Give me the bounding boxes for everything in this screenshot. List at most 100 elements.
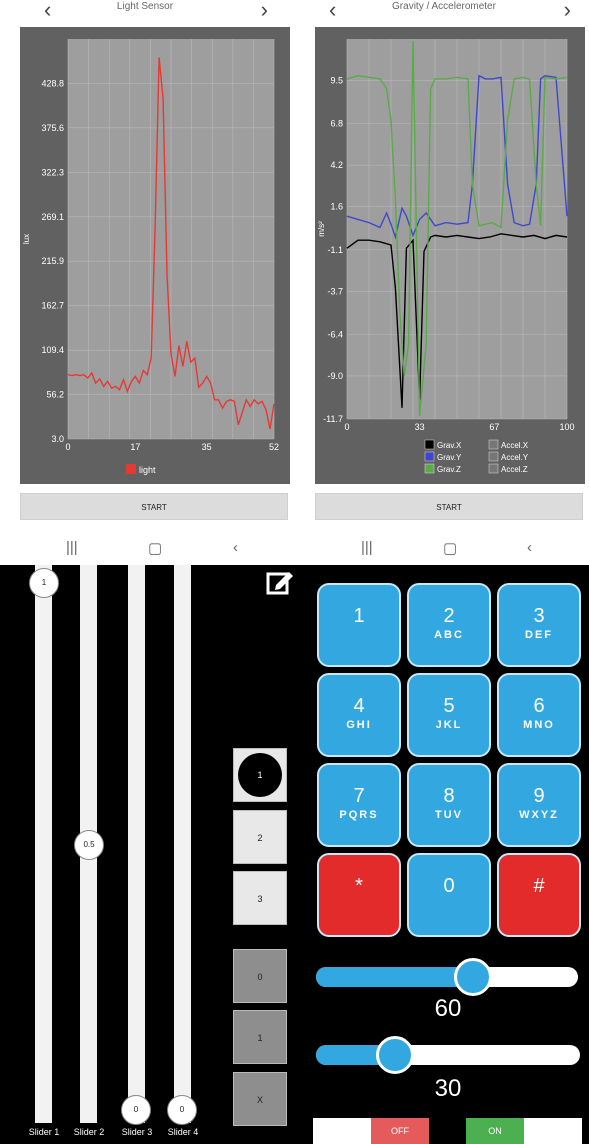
slider-1-label: Slider 1 bbox=[28, 1127, 60, 1137]
slider-4-knob[interactable]: 0 bbox=[167, 1095, 197, 1125]
slider-1-knob[interactable]: 1 bbox=[29, 568, 59, 598]
push-button-x[interactable]: X bbox=[233, 1072, 287, 1126]
key-letters: ABC bbox=[434, 629, 464, 641]
h-slider-2-track[interactable] bbox=[316, 1045, 580, 1065]
edit-icon[interactable] bbox=[266, 569, 294, 595]
phone-screens: Light Sensor ‹ › 428.8 375.6 322.3 269.1 215… bbox=[0, 0, 589, 565]
key-number: 7 bbox=[353, 785, 365, 807]
back-icon[interactable]: ‹ bbox=[233, 539, 238, 556]
legend-swatch bbox=[488, 451, 499, 462]
legend-swatch bbox=[424, 451, 435, 462]
legend-label-light: light bbox=[139, 465, 156, 475]
chevron-left-icon[interactable]: ‹ bbox=[44, 0, 51, 23]
key-number: 1 bbox=[353, 605, 365, 627]
keypad-key-3[interactable]: 3 DEF bbox=[497, 583, 581, 667]
keypad-key-0[interactable]: 0 bbox=[407, 853, 491, 937]
slider-2-label: Slider 2 bbox=[73, 1127, 105, 1137]
back-icon[interactable]: ‹ bbox=[527, 539, 532, 556]
y-tick-label: 4.2 bbox=[330, 160, 343, 170]
slider-3-knob[interactable]: 0 bbox=[121, 1095, 151, 1125]
switch-1[interactable]: OFF bbox=[313, 1118, 429, 1144]
system-nav-bar: ||| ▢ ‹ bbox=[299, 532, 589, 565]
toggle-button-3[interactable]: 3 bbox=[233, 871, 287, 925]
toggle-button-2[interactable]: 2 bbox=[233, 810, 287, 864]
legend-label: Grav.Y bbox=[437, 453, 462, 462]
home-icon[interactable]: ▢ bbox=[443, 539, 457, 557]
gravity-chart-svg: 9.5 6.8 4.2 1.6 -1.1 -3.7 -6.4 -9.0 -11.70 33 67 10… bbox=[317, 39, 575, 474]
switch-1-thumb bbox=[313, 1118, 371, 1144]
start-button[interactable]: START bbox=[315, 493, 583, 520]
slider-2-knob[interactable]: 0.5 bbox=[74, 830, 104, 860]
slider-1-track[interactable] bbox=[35, 565, 52, 1123]
start-button[interactable]: START bbox=[20, 493, 288, 520]
keypad-key-5[interactable]: 5 JKL bbox=[407, 673, 491, 757]
recents-icon[interactable]: ||| bbox=[361, 539, 373, 556]
chevron-right-icon[interactable]: › bbox=[564, 0, 571, 23]
h-slider-1-track[interactable] bbox=[316, 967, 578, 987]
keypad-key-1[interactable]: 1 bbox=[317, 583, 401, 667]
key-number: 2 bbox=[443, 605, 455, 627]
keypad-key-6[interactable]: 6 MNO bbox=[497, 673, 581, 757]
keypad-key-4[interactable]: 4 GHI bbox=[317, 673, 401, 757]
h-slider-2-knob[interactable] bbox=[376, 1036, 415, 1074]
legend-swatch bbox=[424, 463, 435, 474]
chevron-right-icon[interactable]: › bbox=[261, 0, 268, 23]
light-chart: 428.8 375.6 322.3 269.1 215.9 162.7 109.4 56.2 3… bbox=[20, 27, 290, 484]
x-tick-label: 52 bbox=[269, 442, 279, 452]
y-tick-label: 6.8 bbox=[330, 119, 343, 129]
system-nav-bar: ||| ▢ ‹ bbox=[0, 532, 290, 565]
key-letters: DEF bbox=[525, 629, 553, 641]
key-letters: GHI bbox=[346, 719, 372, 731]
keypad-key-2[interactable]: 2 ABC bbox=[407, 583, 491, 667]
chevron-left-icon[interactable]: ‹ bbox=[329, 0, 336, 23]
x-tick-label: 0 bbox=[65, 442, 70, 452]
legend-label: Accel.X bbox=[501, 441, 529, 450]
controller-screen: 1 0.5 0 0 Slider 1 Slider 2 Slider 3 Sli… bbox=[0, 565, 589, 1144]
y-tick-label: 3.0 bbox=[51, 434, 64, 444]
key-letters: MNO bbox=[523, 719, 555, 731]
push-button-1[interactable]: 1 bbox=[233, 1010, 287, 1064]
y-tick-label: -11.7 bbox=[323, 414, 343, 424]
y-tick-label: 215.9 bbox=[41, 256, 64, 266]
toggle-button-1[interactable]: 1 bbox=[233, 748, 287, 802]
y-tick-label: 9.5 bbox=[330, 76, 343, 86]
legend-label: Grav.X bbox=[437, 441, 462, 450]
key-letters: WXYZ bbox=[519, 809, 559, 821]
legend-label: Accel.Y bbox=[501, 453, 529, 462]
key-letters: TUV bbox=[435, 809, 463, 821]
keypad-key-8[interactable]: 8 TUV bbox=[407, 763, 491, 847]
toggle-button-1-indicator: 1 bbox=[238, 753, 282, 797]
h-slider-1-knob[interactable] bbox=[454, 958, 493, 996]
key-number: 0 bbox=[443, 875, 455, 897]
x-tick-label: 33 bbox=[415, 422, 425, 432]
recents-icon[interactable]: ||| bbox=[66, 539, 78, 556]
y-tick-label: 269.1 bbox=[41, 212, 64, 222]
slider-3-label: Slider 3 bbox=[121, 1127, 153, 1137]
home-icon[interactable]: ▢ bbox=[148, 539, 162, 557]
slider-4-track[interactable] bbox=[174, 565, 191, 1123]
switch-2-thumb bbox=[524, 1118, 582, 1144]
key-number: 4 bbox=[353, 695, 365, 717]
key-number: 9 bbox=[533, 785, 545, 807]
key-letters: JKL bbox=[435, 719, 463, 731]
keypad-key-star[interactable]: * bbox=[317, 853, 401, 937]
gravity-chart: 9.5 6.8 4.2 1.6 -1.1 -3.7 -6.4 -9.0 -11.7 0 33 67 10… bbox=[315, 27, 585, 484]
slider-4-label: Slider 4 bbox=[167, 1127, 199, 1137]
slider-3-track[interactable] bbox=[128, 565, 145, 1123]
keypad-key-hash[interactable]: # bbox=[497, 853, 581, 937]
legend-label: Grav.Z bbox=[437, 465, 461, 474]
keypad-key-9[interactable]: 9 WXYZ bbox=[497, 763, 581, 847]
legend-swatch bbox=[488, 463, 499, 474]
x-tick-label: 0 bbox=[344, 422, 349, 432]
y-tick-label: -3.7 bbox=[327, 286, 343, 296]
y-tick-label: 162.7 bbox=[41, 301, 64, 311]
switch-2[interactable]: ON bbox=[466, 1118, 582, 1144]
y-tick-label: 1.6 bbox=[330, 202, 343, 212]
keypad-key-7[interactable]: 7 PQRS bbox=[317, 763, 401, 847]
legend-label: Accel.Z bbox=[501, 465, 528, 474]
gravity-screen: Gravity / Accelerometer ‹ › 9.5 6.8 4.2 1.6… bbox=[299, 0, 589, 565]
push-button-0[interactable]: 0 bbox=[233, 949, 287, 1003]
light-chart-svg: 428.8 375.6 322.3 269.1 215.9 162.7 109.4 56.2 3… bbox=[22, 39, 279, 475]
switch-2-on-label: ON bbox=[466, 1118, 524, 1144]
y-tick-label: 56.2 bbox=[46, 390, 64, 400]
